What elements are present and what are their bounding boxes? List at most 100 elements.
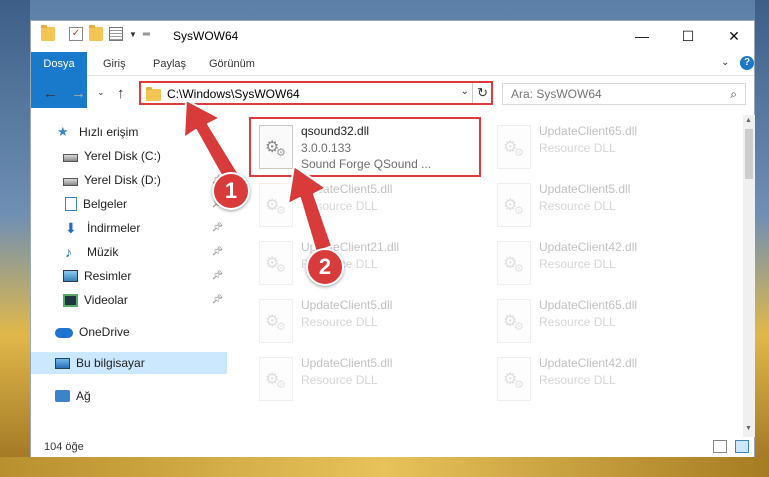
refresh-icon[interactable]: ↻ [477,85,488,101]
file-tile[interactable]: ⚙ ⚙ UpdateClient65.dll Resource DLL [489,293,717,349]
maximize-button[interactable]: ☐ [665,21,711,51]
sidebar-item-label: OneDrive [79,325,130,339]
sidebar-item-label: Yerel Disk (C:) [84,149,161,163]
tab-share[interactable]: Paylaş [141,52,198,76]
file-name: UpdateClient5.dll [301,298,393,312]
documents-icon [65,197,77,211]
file-name: qsound32.dll [301,124,370,138]
tiles-view-icon[interactable] [735,440,749,453]
search-icon[interactable]: ⌕ [730,87,737,102]
scroll-up-icon[interactable]: ▲ [745,117,752,124]
back-button[interactable]: ← [43,85,58,102]
new-folder-icon[interactable] [89,25,103,41]
file-name: UpdateClient65.dll [539,124,638,138]
sidebar-item-label: Hızlı erişim [79,125,139,139]
file-tile[interactable]: ⚙⚙ UpdateClient21.dll Resource DLL [251,235,479,291]
sidebar-item-quick-access[interactable]: ★ Hızlı erişim [31,121,227,143]
file-description: Resource DLL [539,141,616,155]
forward-button[interactable]: → [71,85,86,102]
address-dropdown-icon[interactable]: ⌄ [461,86,469,97]
sidebar-item-music[interactable]: ♪ Müzik 📌︎ [31,241,227,263]
sidebar-item-downloads[interactable]: ⬇ İndirmeler 📌︎ [31,217,227,239]
desktop-background-left [0,0,30,477]
file-tile[interactable]: ⚙ ⚙ UpdateClient5.dll Resource DLL [251,293,479,349]
desktop-background-bottom [0,457,769,477]
file-tile[interactable]: ⚙ ⚙ UpdateClient5.dll Resource DLL [251,177,479,233]
pin-icon: 📌︎ [211,294,223,304]
file-explorer-window: ✓ ▼ ═ SysWOW64 — ☐ ✕ Dosya Giriş Paylaş … [30,20,755,457]
folder-icon [41,25,55,41]
dll-file-icon: ⚙ ⚙ [497,241,531,285]
sidebar-item-label: Belgeler [83,197,128,211]
file-tile[interactable]: ⚙ ⚙ UpdateClient5.dll Resource DLL [489,177,717,233]
scrollbar-thumb[interactable] [745,129,753,179]
file-tile[interactable]: ⚙ ⚙ UpdateClient5.dll Resource DLL [251,351,479,407]
network-icon [55,390,70,402]
navigation-pane: ★ Hızlı erişim Yerel Disk (C:) 📌︎ Yerel … [31,115,227,437]
tab-home[interactable]: Giriş [91,52,138,76]
help-button[interactable]: ? [740,56,754,70]
dll-file-icon: ⚙ ⚙ [497,183,531,227]
quick-access-toolbar: ✓ ▼ ═ [41,25,150,41]
file-description: Resource DLL [539,315,616,329]
desktop-background-right [755,0,769,477]
file-tile[interactable]: ⚙ ⚙ UpdateClient65.dll Resource DLL [489,119,717,175]
title-bar: ✓ ▼ ═ SysWOW64 — ☐ ✕ [31,21,754,51]
minimize-button[interactable]: — [619,21,665,51]
dll-file-icon: ⚙ ⚙ [259,241,293,285]
pin-icon: 📌︎ [211,222,223,232]
address-path[interactable]: C:\Windows\SysWOW64 [167,87,300,101]
file-name: UpdateClient5.dll [539,182,631,196]
sidebar-item-label: Resimler [84,269,132,283]
sidebar-item-documents[interactable]: Belgeler 📌︎ [31,193,227,215]
status-bar: 104 öğe [31,437,754,457]
sidebar-item-local-disk-d[interactable]: Yerel Disk (D:) 📌︎ [31,169,227,191]
close-button[interactable]: ✕ [711,21,757,51]
file-name: UpdateClient5.dll [301,356,393,370]
sidebar-item-pictures[interactable]: Resimler 📌︎ [31,265,227,287]
videos-icon [63,293,78,307]
scroll-down-icon[interactable]: ▼ [745,425,752,432]
customize-toolbar-icon[interactable] [109,27,123,41]
drive-icon [63,153,78,162]
this-pc-icon [55,357,70,369]
dll-file-icon: ⚙ ⚙ [497,299,531,343]
star-icon: ★ [57,124,69,139]
navigation-bar: ← → ⌄ ↑ C:\Windows\SysWOW64 ⌄ ↻ ⌕ [31,77,754,111]
sidebar-item-label: Müzik [87,245,119,259]
up-button[interactable]: ↑ [117,85,125,102]
pin-icon: 📌︎ [211,270,223,280]
file-description: Resource DLL [539,257,616,271]
sidebar-item-local-disk-c[interactable]: Yerel Disk (C:) 📌︎ [31,145,227,167]
dll-file-icon: ⚙ ⚙ [497,357,531,401]
music-icon: ♪ [65,244,72,260]
sidebar-item-label: Videolar [84,293,128,307]
dll-file-icon: ⚙ ⚙ [497,125,531,169]
file-tile[interactable]: ⚙ ⚙ UpdateClient42.dll Resource DLL [489,351,717,407]
properties-check-icon[interactable]: ✓ [69,27,83,41]
qat-menu-icon[interactable]: ═ [143,29,150,40]
dll-file-icon: ⚙ ⚙ [259,357,293,401]
sidebar-item-this-pc[interactable]: Bu bilgisayar [31,352,227,374]
dll-file-icon: ⚙ ⚙ [259,299,293,343]
file-tile[interactable]: ⚙ ⚙ qsound32.dll 3.0.0.133 Sound Forge QS… [249,117,481,177]
dll-file-icon: ⚙ ⚙ [259,183,293,227]
file-tile[interactable]: ⚙ ⚙ UpdateClient42.dll Resource DLL [489,235,717,291]
sidebar-item-label: Ağ [76,389,91,403]
tab-view[interactable]: Görünüm [197,52,267,76]
address-bar[interactable]: C:\Windows\SysWOW64 ⌄ ↻ [139,81,493,105]
onedrive-icon [55,328,73,338]
recent-locations-icon[interactable]: ⌄ [97,87,105,98]
search-input[interactable] [503,84,713,104]
sidebar-item-network[interactable]: Ağ [31,385,227,407]
search-box[interactable]: ⌕ [502,83,746,105]
vertical-scrollbar[interactable]: ▲ ▼ [743,115,755,437]
expand-ribbon-icon[interactable]: ⌄ [721,57,729,68]
sidebar-item-videos[interactable]: Videolar 📌︎ [31,289,227,311]
step-2-badge: 2 [306,248,344,286]
file-name: UpdateClient65.dll [539,298,638,312]
sidebar-item-onedrive[interactable]: OneDrive [31,321,227,343]
chevron-down-icon[interactable]: ▼ [129,30,137,39]
details-view-icon[interactable] [713,440,727,453]
file-description: Resource DLL [539,373,616,387]
